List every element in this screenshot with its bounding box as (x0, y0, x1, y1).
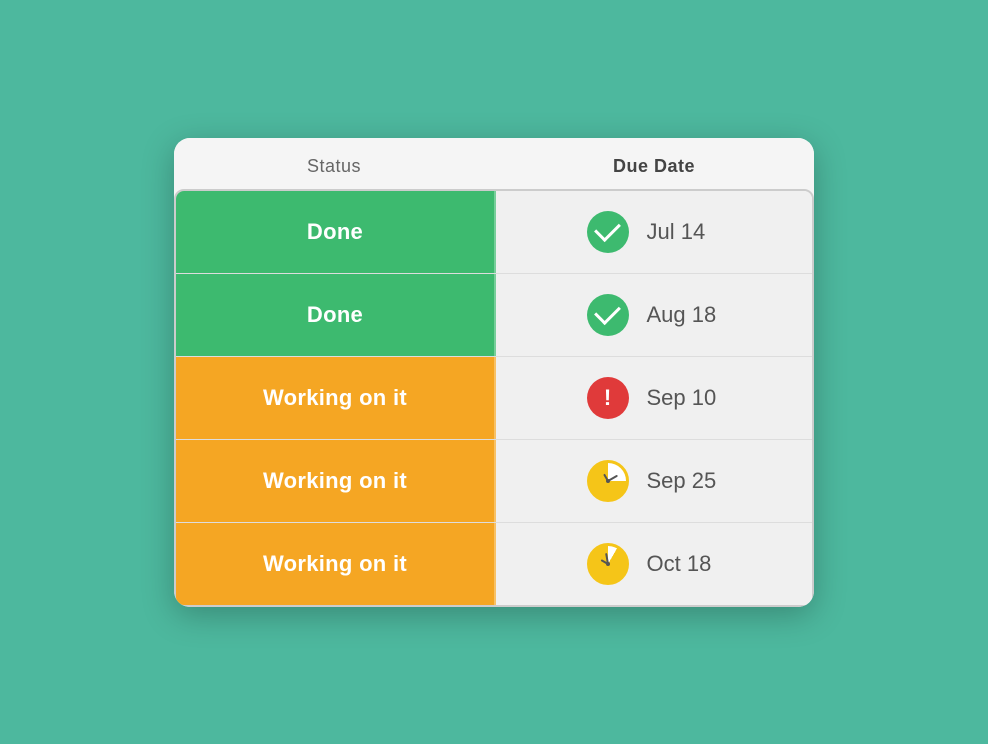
status-label: Working on it (263, 385, 407, 411)
check-icon (587, 294, 629, 336)
due-date-value: Sep 25 (647, 468, 722, 494)
due-date-cell: ! Sep 10 (496, 357, 812, 439)
alert-icon: ! (587, 377, 629, 419)
clock-icon (587, 460, 629, 502)
status-label: Working on it (263, 551, 407, 577)
status-column-header: Status (174, 156, 494, 177)
check-icon (587, 211, 629, 253)
due-date-cell: Oct 18 (496, 523, 812, 605)
status-cell-working: Working on it (176, 523, 496, 605)
main-card: Status Due Date Done Jul 14 Done Aug 18 (174, 138, 814, 607)
due-date-value: Sep 10 (647, 385, 722, 411)
due-date-value: Aug 18 (647, 302, 722, 328)
table-row: Done Aug 18 (176, 274, 812, 357)
status-cell-done: Done (176, 191, 496, 273)
due-date-column-header: Due Date (494, 156, 814, 177)
status-cell-working: Working on it (176, 357, 496, 439)
table-body: Done Jul 14 Done Aug 18 Working on it ! (174, 189, 814, 607)
status-cell-done: Done (176, 274, 496, 356)
due-date-value: Oct 18 (647, 551, 722, 577)
status-label: Done (307, 219, 363, 245)
due-date-cell: Jul 14 (496, 191, 812, 273)
clock-icon (587, 543, 629, 585)
column-headers: Status Due Date (174, 138, 814, 189)
due-date-cell: Aug 18 (496, 274, 812, 356)
status-label: Done (307, 302, 363, 328)
status-cell-working: Working on it (176, 440, 496, 522)
table-row: Working on it Sep 25 (176, 440, 812, 523)
due-date-value: Jul 14 (647, 219, 722, 245)
due-date-cell: Sep 25 (496, 440, 812, 522)
table-row: Working on it Oct 18 (176, 523, 812, 605)
table-row: Working on it ! Sep 10 (176, 357, 812, 440)
status-label: Working on it (263, 468, 407, 494)
table-row: Done Jul 14 (176, 191, 812, 274)
